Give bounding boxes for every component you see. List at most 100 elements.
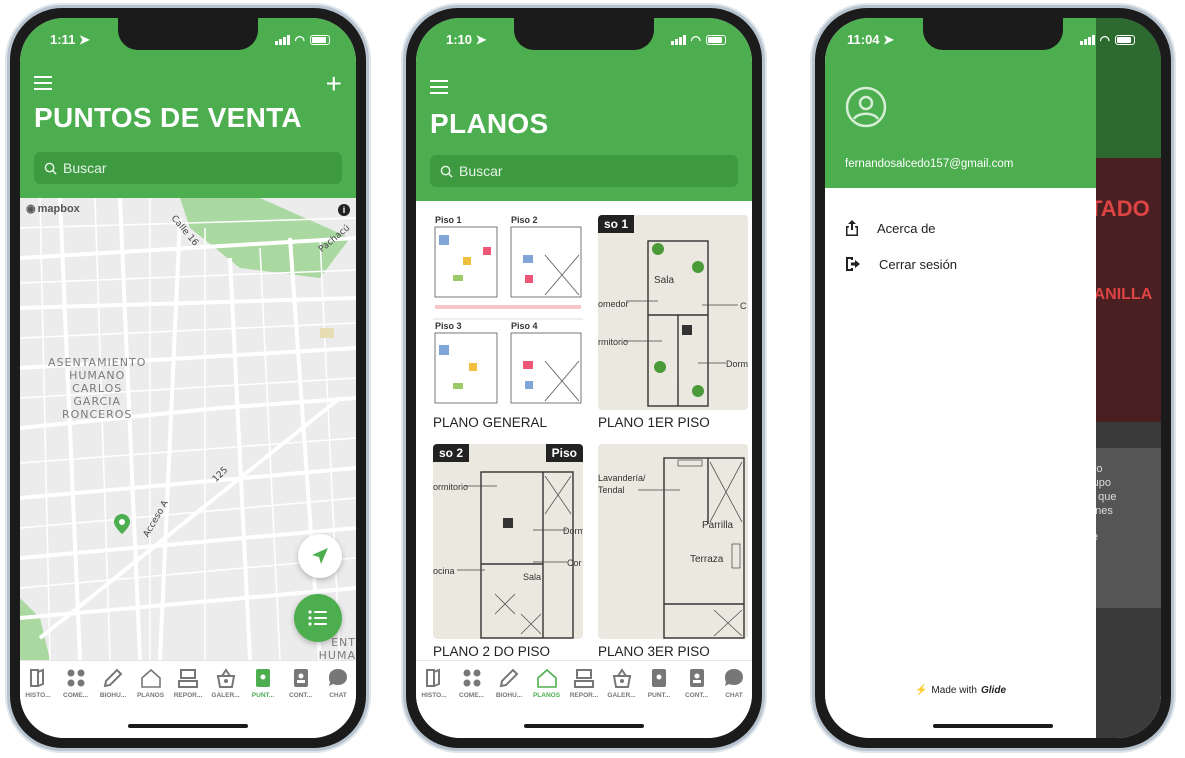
glide-logo-icon: ⚡ bbox=[914, 685, 928, 696]
location-card-icon bbox=[648, 667, 670, 689]
plan-card[interactable]: Piso 1 Piso 2 Piso 3 Piso 4 PLANO GENERA… bbox=[433, 215, 583, 430]
mapbox-logo: ◉ mapbox bbox=[26, 202, 80, 216]
plan-card[interactable]: Lavandería/ Tendal Parrilla Terraza PLAN… bbox=[598, 444, 748, 659]
clock: 1:10 bbox=[446, 32, 473, 47]
search-placeholder: Buscar bbox=[63, 160, 107, 176]
battery-icon bbox=[706, 35, 726, 45]
plan-image: Lavandería/ Tendal Parrilla Terraza bbox=[598, 444, 748, 639]
plans-grid: Piso 1 Piso 2 Piso 3 Piso 4 PLANO GENERA… bbox=[416, 201, 752, 671]
tab-repor[interactable]: REPOR... bbox=[172, 667, 204, 699]
basket-icon bbox=[215, 667, 237, 689]
search-input[interactable]: Buscar bbox=[34, 152, 342, 184]
logout-icon bbox=[846, 257, 860, 271]
info-icon[interactable]: i bbox=[338, 204, 350, 216]
tab-come[interactable]: COME... bbox=[60, 667, 92, 699]
tab-label: REPOR... bbox=[173, 692, 203, 699]
plan-image: so 1 Sala omedor rmitorio Dorm C bbox=[598, 215, 748, 410]
tab-cont[interactable]: CONT... bbox=[681, 667, 713, 699]
house-icon bbox=[140, 667, 162, 689]
menu-item-acerca-de[interactable]: Acerca de bbox=[825, 210, 1096, 246]
tab-chat[interactable]: CHAT bbox=[718, 667, 750, 699]
clock: 11:04 bbox=[847, 32, 880, 47]
plan-image: Piso 1 Piso 2 Piso 3 Piso 4 bbox=[433, 215, 583, 410]
bg-text: TADO bbox=[1089, 196, 1150, 221]
room-label: Parrilla bbox=[702, 520, 734, 531]
add-icon[interactable]: + bbox=[326, 70, 342, 98]
tab-galer[interactable]: GALER... bbox=[606, 667, 638, 699]
room-label: Lavandería/ Tendal bbox=[598, 473, 646, 495]
tab-histo[interactable]: HISTO... bbox=[22, 667, 54, 699]
user-email: fernandosalcedo157@gmail.com bbox=[845, 158, 1014, 170]
contact-card-icon bbox=[686, 667, 708, 689]
pencil-icon bbox=[102, 667, 124, 689]
floor-plan-drawing bbox=[624, 240, 738, 407]
plan-card[interactable]: so 1 Sala omedor rmitorio Dorm C PLANO 1… bbox=[598, 215, 748, 430]
tab-punt[interactable]: PUNT... bbox=[247, 667, 279, 699]
tab-repor[interactable]: REPOR... bbox=[568, 667, 600, 699]
map[interactable]: ◉ mapbox i Calle 16 Acceso A 125 Pachacú … bbox=[20, 198, 356, 660]
tab-galer[interactable]: GALER... bbox=[210, 667, 242, 699]
home-indicator bbox=[128, 724, 248, 728]
plan-caption: PLANO 2 DO PISO bbox=[433, 644, 551, 659]
tab-planos[interactable]: PLANOS bbox=[135, 667, 167, 699]
contact-card-icon bbox=[290, 667, 312, 689]
search-input[interactable]: Buscar bbox=[430, 155, 738, 187]
tab-label: PLANOS bbox=[136, 692, 165, 699]
page-title: PUNTOS DE VENTA bbox=[34, 102, 302, 133]
notch bbox=[514, 18, 654, 50]
chat-icon bbox=[327, 667, 349, 689]
tab-biohu[interactable]: BIOHU... bbox=[493, 667, 525, 699]
share-icon bbox=[846, 220, 858, 236]
location-arrow-icon: ➤ bbox=[883, 32, 895, 47]
location-card-icon bbox=[252, 667, 274, 689]
room-label: Sala bbox=[654, 275, 675, 286]
tab-planos[interactable]: PLANOS bbox=[531, 667, 563, 699]
notch bbox=[923, 18, 1063, 50]
battery-icon bbox=[1115, 35, 1135, 45]
tab-label: HISTO... bbox=[25, 692, 51, 699]
plan-caption: PLANO 1ER PISO bbox=[598, 415, 710, 430]
home-indicator bbox=[524, 724, 644, 728]
home-indicator bbox=[933, 724, 1053, 728]
hamburger-menu-icon[interactable] bbox=[430, 80, 448, 94]
notch bbox=[118, 18, 258, 50]
tab-biohu[interactable]: BIOHU... bbox=[97, 667, 129, 699]
hamburger-menu-icon[interactable] bbox=[34, 76, 52, 90]
tab-label: CONT... bbox=[684, 692, 709, 699]
cashier-icon bbox=[177, 667, 199, 689]
tab-chat[interactable]: CHAT bbox=[322, 667, 354, 699]
tab-punt[interactable]: PUNT... bbox=[643, 667, 675, 699]
bg-card: rro rupo a que ones te bbox=[1085, 448, 1161, 608]
room-label: Cor bbox=[567, 558, 582, 568]
tab-label: BIOHU... bbox=[99, 692, 127, 699]
phone-puntos-de-venta: + PUNTOS DE VENTA Buscar 1:11 ➤ ◠ ◉ mapb… bbox=[10, 8, 366, 748]
tab-label: REPOR... bbox=[569, 692, 599, 699]
plan-image: so 2 Piso ormitorio Dorm Cor Sala ocina bbox=[433, 444, 583, 639]
mapbox-icon: ◉ bbox=[26, 203, 36, 215]
tab-come[interactable]: COME... bbox=[456, 667, 488, 699]
user-avatar-icon bbox=[845, 86, 887, 128]
screen: TADO TANILLA rro rupo a que ones te fern… bbox=[825, 18, 1161, 738]
made-with-glide[interactable]: ⚡ Made with Glide bbox=[825, 685, 1096, 696]
room-label: Dorm bbox=[726, 359, 748, 369]
tab-label: GALER... bbox=[607, 692, 636, 699]
navigate-button[interactable] bbox=[298, 534, 342, 578]
list-view-button[interactable] bbox=[294, 594, 342, 642]
room-label: Dorm bbox=[563, 526, 583, 536]
room-label: ocina bbox=[433, 566, 455, 576]
tab-histo[interactable]: HISTO... bbox=[418, 667, 450, 699]
plan-card[interactable]: so 2 Piso ormitorio Dorm Cor Sala ocina … bbox=[433, 444, 583, 659]
bg-banner: TADO TANILLA bbox=[1085, 158, 1161, 422]
floor-plan-drawing bbox=[457, 471, 574, 639]
dots-icon bbox=[65, 667, 87, 689]
battery-icon bbox=[310, 35, 330, 45]
book-icon bbox=[27, 667, 49, 689]
screen: + PUNTOS DE VENTA Buscar 1:11 ➤ ◠ ◉ mapb… bbox=[20, 18, 356, 738]
tab-label: HISTO... bbox=[421, 692, 447, 699]
tab-cont[interactable]: CONT... bbox=[285, 667, 317, 699]
room-label: Terraza bbox=[690, 554, 724, 565]
location-pin-icon[interactable] bbox=[114, 514, 130, 534]
tab-label: PUNT... bbox=[251, 692, 275, 699]
menu-item-cerrar-sesion[interactable]: Cerrar sesión bbox=[825, 246, 1096, 282]
signal-icon bbox=[670, 35, 686, 45]
